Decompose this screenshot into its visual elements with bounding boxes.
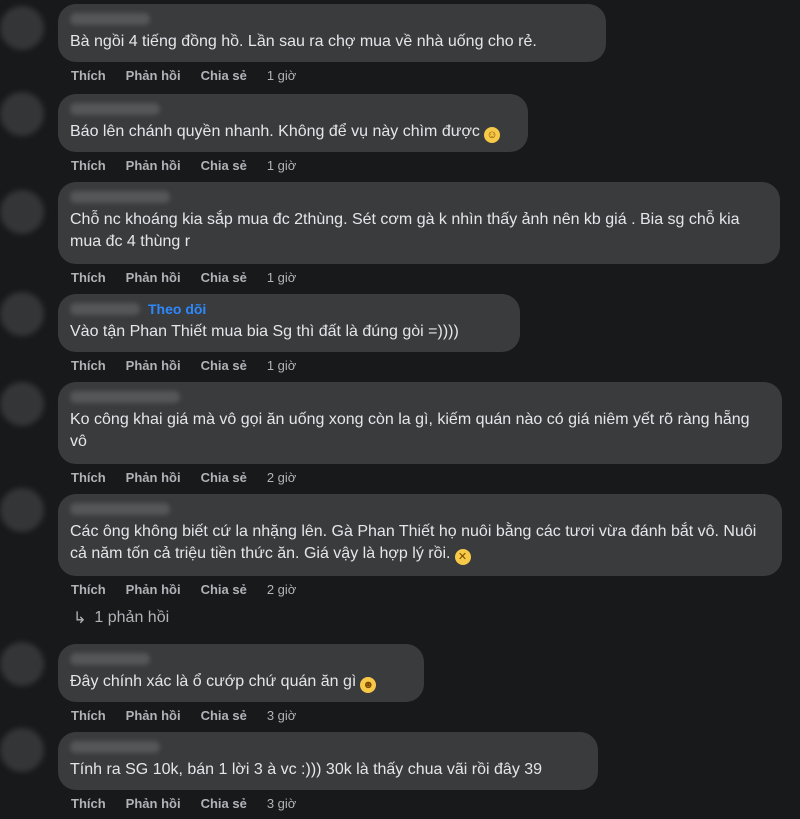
reply-button[interactable]: Phản hồi [126, 796, 181, 811]
share-button[interactable]: Chia sẻ [201, 270, 247, 285]
comment-text: Vào tận Phan Thiết mua bia Sg thì đất là… [70, 323, 459, 340]
comment-actions: Thích Phản hồi Chia sẻ 1 giờ [71, 158, 296, 173]
reply-button[interactable]: Phản hồi [126, 358, 181, 373]
commenter-name[interactable] [70, 391, 180, 403]
avatar[interactable] [0, 488, 44, 532]
comment-text: Chỗ nc khoáng kia sắp mua đc 2thùng. Sét… [70, 211, 740, 250]
like-button[interactable]: Thích [71, 708, 106, 723]
comment-time[interactable]: 3 giờ [267, 708, 297, 723]
avatar[interactable] [0, 728, 44, 772]
commenter-name[interactable] [70, 741, 160, 753]
comment-actions: Thích Phản hồi Chia sẻ 2 giờ [71, 470, 296, 485]
share-button[interactable]: Chia sẻ [201, 796, 247, 811]
grinning-squinting-emoji-icon: ☻ [360, 677, 377, 693]
share-button[interactable]: Chia sẻ [201, 708, 247, 723]
reply-arrow-icon: ↳ [73, 610, 87, 627]
avatar[interactable] [0, 292, 44, 336]
comment-actions: Thích Phản hồi Chia sẻ 2 giờ [71, 582, 296, 597]
comment-bubble: Đây chính xác là ổ cướp chứ quán ăn gì ☻ [58, 644, 424, 702]
comment-bubble: Chỗ nc khoáng kia sắp mua đc 2thùng. Sét… [58, 182, 780, 264]
comment-text: Đây chính xác là ổ cướp chứ quán ăn gì [70, 673, 357, 690]
comment-time[interactable]: 1 giờ [267, 158, 297, 173]
comment-actions: Thích Phản hồi Chia sẻ 3 giờ [71, 708, 296, 723]
commenter-name[interactable] [70, 13, 150, 25]
comment-text: Báo lên chánh quyền nhanh. Không để vụ n… [70, 123, 480, 140]
reply-button[interactable]: Phản hồi [126, 708, 181, 723]
replies-count: 1 phản hồi [94, 609, 170, 626]
comment-actions: Thích Phản hồi Chia sẻ 3 giờ [71, 796, 296, 811]
comment-time[interactable]: 1 giờ [267, 68, 297, 83]
like-button[interactable]: Thích [71, 158, 106, 173]
comment-time[interactable]: 1 giờ [267, 358, 297, 373]
share-button[interactable]: Chia sẻ [201, 582, 247, 597]
comment-text: Bà ngồi 4 tiếng đồng hồ. Lần sau ra chợ … [70, 33, 537, 50]
avatar[interactable] [0, 6, 44, 50]
comment-time[interactable]: 2 giờ [267, 582, 297, 597]
view-replies-link[interactable]: ↳ 1 phản hồi [73, 608, 169, 628]
share-button[interactable]: Chia sẻ [201, 68, 247, 83]
avatar[interactable] [0, 92, 44, 136]
avatar[interactable] [0, 190, 44, 234]
avatar[interactable] [0, 382, 44, 426]
avatar[interactable] [0, 642, 44, 686]
reply-button[interactable]: Phản hồi [126, 582, 181, 597]
comment-bubble: Theo dõi Vào tận Phan Thiết mua bia Sg t… [58, 294, 520, 352]
comment-time[interactable]: 3 giờ [267, 796, 297, 811]
commenter-name[interactable] [70, 191, 170, 203]
comment-actions: Thích Phản hồi Chia sẻ 1 giờ [71, 68, 296, 83]
share-button[interactable]: Chia sẻ [201, 358, 247, 373]
like-button[interactable]: Thích [71, 796, 106, 811]
like-button[interactable]: Thích [71, 582, 106, 597]
commenter-name[interactable] [70, 503, 170, 515]
comment-bubble: Báo lên chánh quyền nhanh. Không để vụ n… [58, 94, 528, 152]
like-button[interactable]: Thích [71, 358, 106, 373]
like-button[interactable]: Thích [71, 68, 106, 83]
comment-text: Các ông không biết cứ la nhặng lên. Gà P… [70, 523, 757, 562]
laughing-emoji-icon: ☺ [483, 127, 500, 143]
comment-actions: Thích Phản hồi Chia sẻ 1 giờ [71, 358, 296, 373]
reply-button[interactable]: Phản hồi [126, 68, 181, 83]
share-button[interactable]: Chia sẻ [201, 158, 247, 173]
comment-actions: Thích Phản hồi Chia sẻ 1 giờ [71, 270, 296, 285]
commenter-name[interactable] [70, 653, 150, 665]
comment-bubble: Tính ra SG 10k, bán 1 lời 3 à vc :))) 30… [58, 732, 598, 790]
reply-button[interactable]: Phản hồi [126, 470, 181, 485]
reply-button[interactable]: Phản hồi [126, 158, 181, 173]
dizzy-face-emoji-icon: ✕ [454, 549, 471, 565]
comment-text: Ko công khai giá mà vô gọi ăn uống xong … [70, 411, 750, 450]
like-button[interactable]: Thích [71, 270, 106, 285]
comment-bubble: Bà ngồi 4 tiếng đồng hồ. Lần sau ra chợ … [58, 4, 606, 62]
comment-time[interactable]: 1 giờ [267, 270, 297, 285]
share-button[interactable]: Chia sẻ [201, 470, 247, 485]
comment-bubble: Ko công khai giá mà vô gọi ăn uống xong … [58, 382, 782, 464]
reply-button[interactable]: Phản hồi [126, 270, 181, 285]
like-button[interactable]: Thích [71, 470, 106, 485]
commenter-name[interactable] [70, 303, 140, 315]
comment-bubble: Các ông không biết cứ la nhặng lên. Gà P… [58, 494, 782, 576]
comment-time[interactable]: 2 giờ [267, 470, 297, 485]
comment-text: Tính ra SG 10k, bán 1 lời 3 à vc :))) 30… [70, 761, 543, 778]
commenter-name[interactable] [70, 103, 160, 115]
follow-button[interactable]: Theo dõi [148, 301, 206, 317]
